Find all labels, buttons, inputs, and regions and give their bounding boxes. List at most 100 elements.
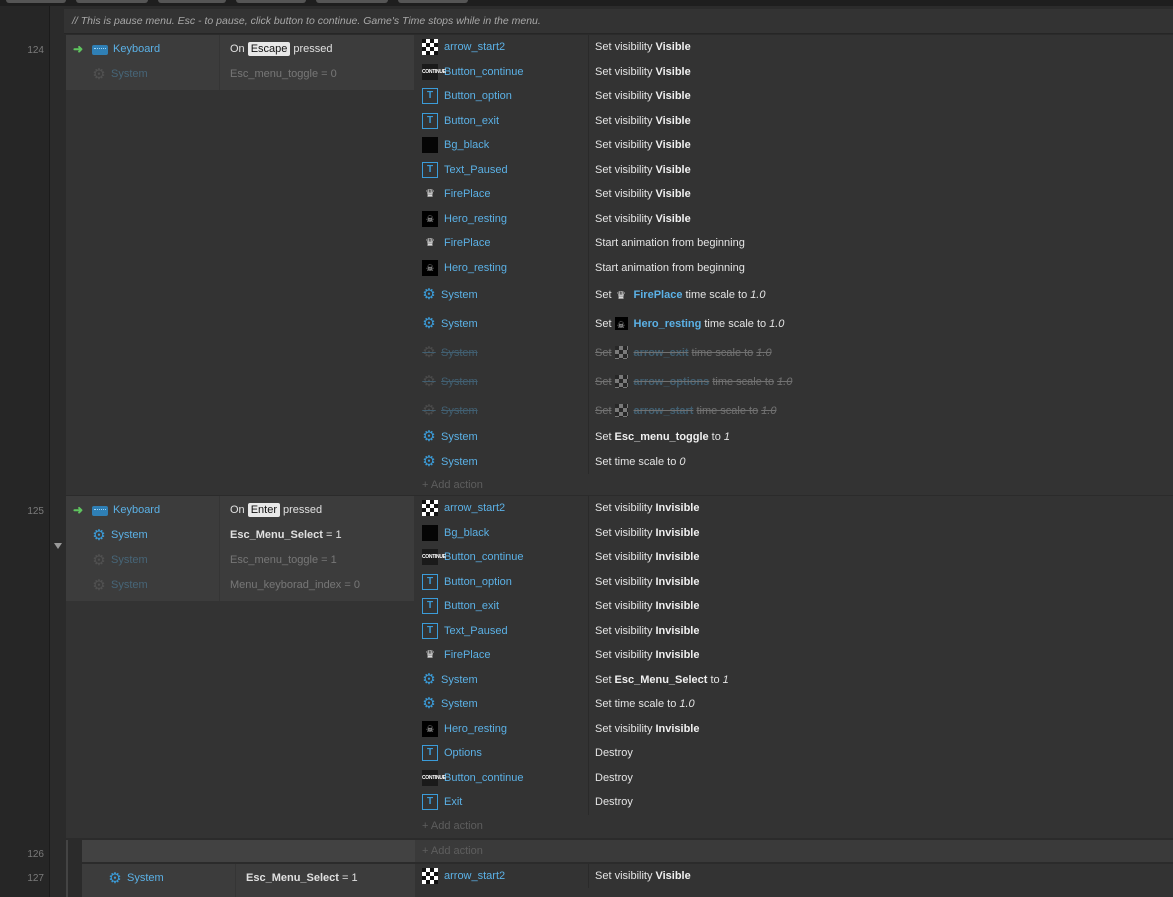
object-link[interactable]: arrow_start	[634, 399, 694, 423]
condition-row[interactable]: ⚙ System Menu_keyborad_index = 0	[66, 573, 414, 598]
condition-text[interactable]: Esc_menu_toggle = 0	[230, 62, 337, 87]
action-object[interactable]: arrow_start2	[422, 496, 505, 521]
action-object[interactable]: ⚙ System	[422, 450, 477, 475]
action-text[interactable]: Set visibility Invisible	[595, 521, 700, 546]
action-text[interactable]: Set visibility Invisible	[595, 643, 700, 668]
action-row[interactable]: ⚙ System Set time scale to 1.0	[416, 692, 1173, 717]
action-row[interactable]: ☠ Hero_resting Start animation from beginn…	[416, 255, 1173, 281]
condition-text[interactable]: Esc_Menu_Select = 1	[230, 523, 342, 548]
action-object[interactable]: ♛ FirePlace	[422, 182, 490, 207]
action-text[interactable]: Set visibility Invisible	[595, 496, 700, 521]
action-row[interactable]: T Text_Paused Set visibility Visible	[416, 157, 1173, 182]
event-block[interactable]: ➜ Keyboard On Escape pressed ⚙ System Esc_menu_…	[66, 35, 1173, 495]
tab[interactable]	[236, 0, 306, 3]
condition-row[interactable]: ⚙ System Esc_menu_toggle = 1	[66, 548, 414, 573]
condition-row[interactable]: ⚙ System Esc_Menu_Select = 1	[66, 523, 414, 548]
action-object[interactable]: ♛ FirePlace	[422, 643, 490, 668]
object-link[interactable]: arrow_exit	[634, 341, 689, 365]
event-comment[interactable]: // This is pause menu. Esc - to pause, c…	[64, 9, 1173, 34]
condition-area[interactable]: ⚙ System Esc_Menu_Select = 1	[82, 864, 415, 897]
sub-event-row[interactable]: ⚙ System Esc_Menu_Select = 1 arrow_start…	[82, 864, 1173, 897]
action-object[interactable]: T Button_option	[422, 84, 512, 109]
action-text[interactable]: Destroy	[595, 741, 633, 766]
condition-row[interactable]: ➜ Keyboard On Escape pressed	[66, 37, 414, 62]
action-object[interactable]: CONTINUE Button_continue	[422, 545, 524, 570]
condition-object[interactable]: ⚙ System	[108, 866, 163, 891]
object-link[interactable]: arrow_options	[634, 370, 710, 394]
action-text[interactable]: Destroy	[595, 766, 633, 791]
action-row[interactable]: ⚙ System Set Esc_Menu_Select to 1	[416, 667, 1173, 693]
action-object[interactable]: ☠ Hero_resting	[422, 256, 507, 281]
action-row[interactable]: T Exit Destroy	[416, 790, 1173, 815]
action-text[interactable]: Destroy	[595, 790, 633, 815]
condition-area[interactable]: ➜ Keyboard On Enter pressed ⚙ System Esc_Menu_S…	[66, 496, 414, 601]
condition-object[interactable]: ⚙ System	[92, 523, 147, 548]
action-object[interactable]: arrow_start2	[422, 35, 505, 60]
condition-text[interactable]: Menu_keyborad_index = 0	[230, 573, 360, 598]
condition-object[interactable]: ⚙ System	[92, 62, 147, 87]
action-object[interactable]: T Button_exit	[422, 109, 499, 134]
action-object[interactable]: CONTINUE Button_continue	[422, 60, 524, 85]
collapse-arrow-icon[interactable]	[54, 543, 62, 549]
action-row[interactable]: arrow_start2 Set visibility Visible	[416, 864, 1173, 888]
action-row[interactable]: ⚙ System Set time scale to 0	[416, 449, 1173, 475]
action-object[interactable]: T Exit	[422, 790, 462, 815]
action-text[interactable]: Set visibility Invisible	[595, 570, 700, 595]
action-text[interactable]: Set visibility Visible	[595, 60, 691, 85]
add-action-link[interactable]: + Add action	[422, 475, 483, 495]
condition-object[interactable]: ⚙ System	[92, 573, 147, 598]
action-text[interactable]: Set visibility Visible	[595, 84, 691, 109]
action-text[interactable]: Set time scale to 1.0	[595, 692, 695, 717]
condition-object[interactable]: Keyboard	[92, 498, 160, 523]
action-row[interactable]: CONTINUE Button_continue Destroy	[416, 765, 1173, 791]
condition-text[interactable]: Esc_menu_toggle = 1	[230, 548, 337, 573]
action-row[interactable]: ♛ FirePlace Set visibility Visible	[416, 182, 1173, 207]
action-row[interactable]: CONTINUE Button_continue Set visibility Inv…	[416, 545, 1173, 570]
action-object[interactable]: ♛ FirePlace	[422, 231, 490, 256]
action-object[interactable]: ⚙ System	[422, 425, 477, 450]
action-text[interactable]: Set visibility Visible	[595, 182, 691, 207]
action-row[interactable]: ♛ FirePlace Set visibility Invisible	[416, 643, 1173, 668]
add-action-link[interactable]: + Add action	[422, 816, 483, 836]
condition-object[interactable]: Keyboard	[92, 37, 160, 62]
action-row[interactable]: ⚙ System Set ☠ Hero_resting time scale to 1.0	[416, 309, 1173, 338]
event-block[interactable]: ➜ Keyboard On Enter pressed ⚙ System Esc_Menu_S…	[66, 496, 1173, 838]
action-object[interactable]: T Options	[422, 741, 482, 766]
action-row[interactable]: ⚙ System Set Esc_menu_toggle to 1	[416, 425, 1173, 450]
condition-text[interactable]: On Escape pressed	[230, 37, 333, 62]
object-link[interactable]: FirePlace	[634, 283, 683, 307]
action-object[interactable]: ⚙ System	[422, 309, 477, 338]
action-row[interactable]: ♛ FirePlace Start animation from beginning	[416, 231, 1173, 256]
action-text[interactable]: Set visibility Visible	[595, 133, 691, 158]
action-object[interactable]: ⚙ System	[422, 396, 477, 425]
action-row[interactable]: ⚙ System Set ♛ FirePlace time scale to 1.0	[416, 280, 1173, 309]
action-text[interactable]: Set Esc_menu_toggle to 1	[595, 425, 730, 450]
action-text[interactable]: Set visibility Visible	[595, 35, 691, 60]
action-object[interactable]: CONTINUE Button_continue	[422, 766, 524, 791]
tab[interactable]	[6, 0, 66, 3]
tab[interactable]	[158, 0, 226, 3]
action-object[interactable]: Bg_black	[422, 133, 489, 158]
action-text[interactable]: Set ☠ Hero_resting time scale to 1.0	[595, 309, 784, 338]
condition-row[interactable]: ➜ Keyboard On Enter pressed	[66, 498, 414, 523]
action-text[interactable]: Set visibility Invisible	[595, 619, 700, 644]
action-object[interactable]: T Text_Paused	[422, 619, 508, 644]
action-text[interactable]: Set Esc_Menu_Select to 1	[595, 668, 729, 693]
action-object[interactable]: ⚙ System	[422, 668, 477, 693]
action-text[interactable]: Set visibility Invisible	[595, 594, 700, 619]
action-text[interactable]: Set visibility Visible	[595, 864, 691, 888]
action-row[interactable]: T Text_Paused Set visibility Invisible	[416, 618, 1173, 644]
action-object[interactable]: T Button_option	[422, 570, 512, 595]
condition-text[interactable]: On Enter pressed	[230, 498, 322, 523]
action-object[interactable]: ⚙ System	[422, 338, 477, 367]
action-text[interactable]: Set visibility Invisible	[595, 717, 700, 742]
action-text[interactable]: Set visibility Invisible	[595, 545, 700, 570]
empty-condition-area[interactable]	[82, 840, 415, 862]
action-object[interactable]: ☠ Hero_resting	[422, 207, 507, 232]
action-row[interactable]: Bg_black Set visibility Visible	[416, 133, 1173, 158]
action-text[interactable]: Set time scale to 0	[595, 450, 685, 475]
action-row[interactable]: ⚙ System Set arrow_options time scale to 1.0	[416, 367, 1173, 396]
action-text[interactable]: Set arrow_start time scale to 1.0	[595, 396, 776, 425]
condition-area[interactable]: ➜ Keyboard On Escape pressed ⚙ System Esc_menu_…	[66, 35, 414, 90]
action-row[interactable]: ☠ Hero_resting Set visibility Visible	[416, 206, 1173, 232]
